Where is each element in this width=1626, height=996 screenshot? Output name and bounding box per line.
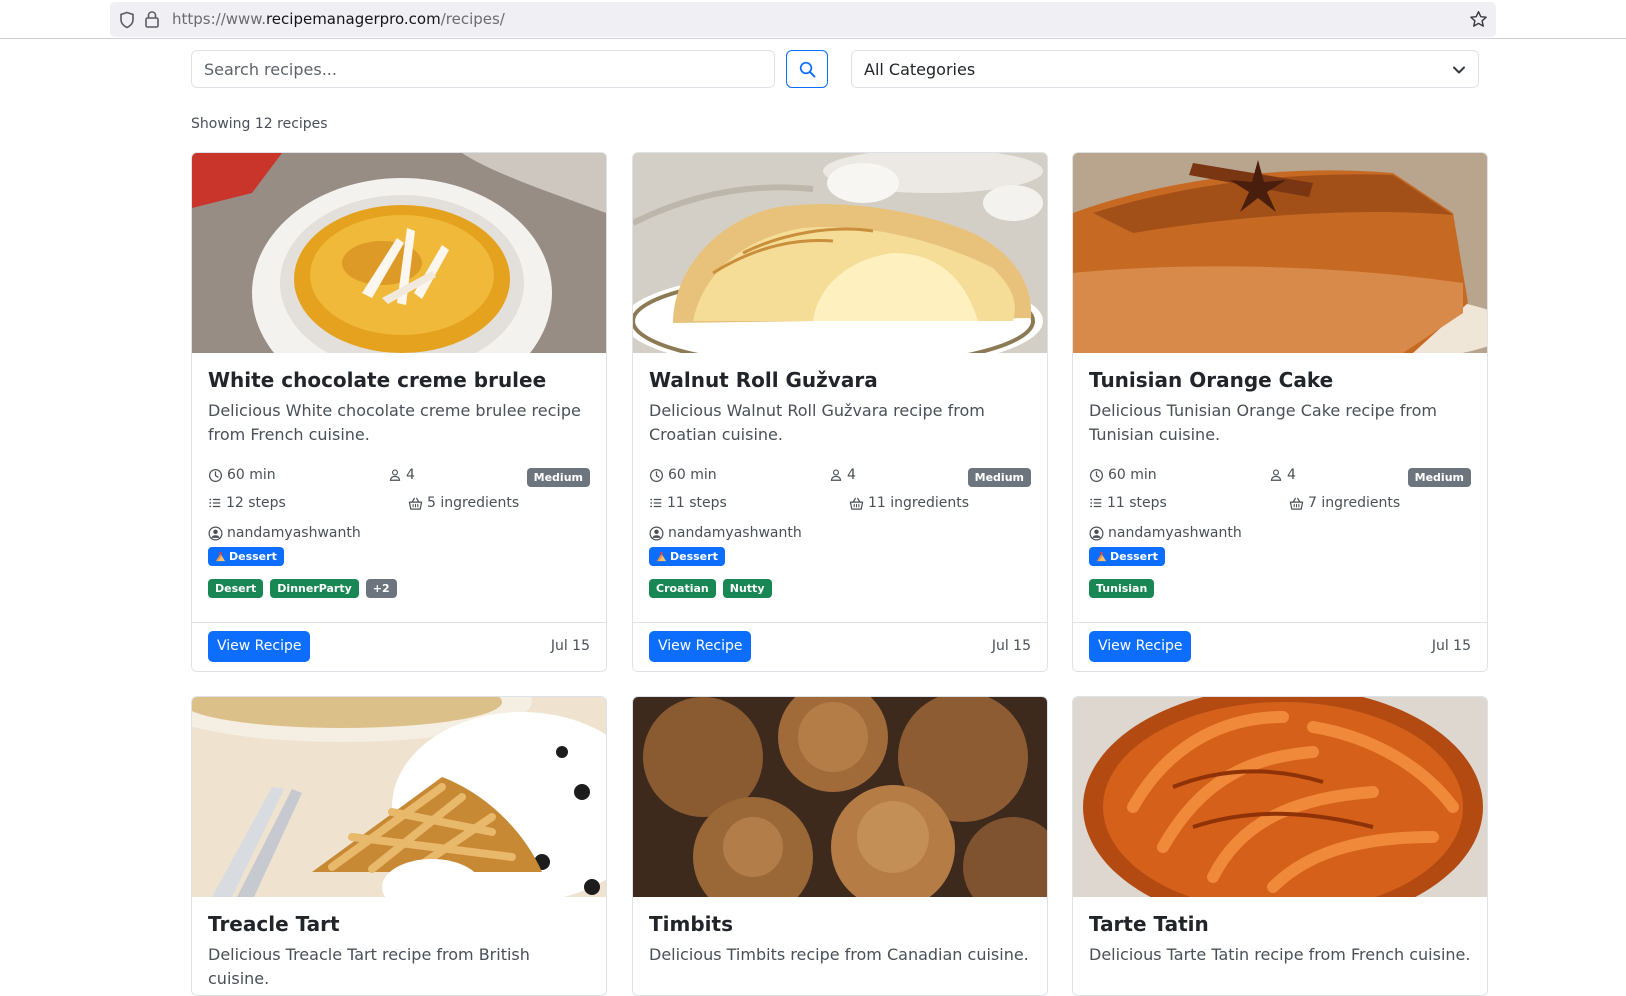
recipe-title[interactable]: White chocolate creme brulee: [208, 367, 590, 393]
url-text[interactable]: https://www.recipemanagerpro.com/recipes…: [172, 10, 505, 28]
card-footer: View Recipe Jul 15: [192, 622, 606, 671]
recipe-image[interactable]: [633, 697, 1047, 897]
card-footer: View Recipe Jul 15: [1073, 622, 1487, 671]
recipe-servings: 4: [847, 467, 856, 483]
tag-badge[interactable]: Desert: [208, 579, 264, 598]
list-icon: [208, 496, 222, 510]
recipe-card: Timbits Delicious Timbits recipe from Ca…: [632, 696, 1048, 996]
user-circle-icon: [208, 526, 223, 541]
basket-icon: [408, 496, 423, 511]
recipe-card: Tarte Tatin Delicious Tarte Tatin recipe…: [1072, 696, 1488, 996]
list-icon: [649, 496, 663, 510]
search-button[interactable]: [786, 50, 828, 88]
difficulty-badge: Medium: [967, 468, 1031, 487]
list-icon: [1089, 496, 1103, 510]
recipe-time: 60 min: [227, 467, 276, 483]
clock-icon: [1089, 468, 1104, 483]
recipe-image[interactable]: [192, 697, 606, 897]
recipe-time: 60 min: [668, 467, 717, 483]
recipe-title[interactable]: Tarte Tatin: [1089, 911, 1471, 937]
person-icon: [829, 468, 843, 482]
recipe-date: Jul 15: [991, 638, 1031, 654]
recipe-date: Jul 15: [550, 638, 590, 654]
clock-icon: [208, 468, 223, 483]
user-circle-icon: [1089, 526, 1104, 541]
recipe-image[interactable]: [1073, 697, 1487, 897]
recipe-description: Delicious Tarte Tatin recipe from French…: [1089, 945, 1471, 964]
recipe-description: Delicious Tunisian Orange Cake recipe fr…: [1089, 401, 1437, 444]
recipe-ingredients: 11 ingredients: [868, 495, 970, 511]
recipe-description: Delicious Treacle Tart recipe from Briti…: [208, 945, 530, 988]
category-badge[interactable]: Dessert: [208, 547, 284, 566]
recipe-title[interactable]: Timbits: [649, 911, 1031, 937]
tag-badge[interactable]: Nutty: [722, 579, 772, 598]
shield-icon[interactable]: [118, 11, 136, 29]
recipe-steps: 12 steps: [226, 495, 286, 511]
search-icon: [799, 61, 815, 77]
recipe-ingredients: 5 ingredients: [427, 495, 520, 511]
person-icon: [1269, 468, 1283, 482]
category-select-value: All Categories: [864, 59, 976, 79]
basket-icon: [849, 496, 864, 511]
bookmark-star-icon[interactable]: [1469, 10, 1488, 29]
recipe-image[interactable]: [633, 153, 1047, 353]
recipe-title[interactable]: Tunisian Orange Cake: [1089, 367, 1471, 393]
difficulty-badge: Medium: [1407, 468, 1471, 487]
more-tags-badge[interactable]: +2: [365, 579, 397, 598]
recipe-author: nandamyashwanth: [1108, 525, 1242, 541]
recipe-card: Tunisian Orange Cake Delicious Tunisian …: [1072, 152, 1488, 672]
recipe-steps: 11 steps: [1107, 495, 1167, 511]
category-badge-label: Dessert: [229, 550, 277, 563]
category-badge-label: Dessert: [670, 550, 718, 563]
recipe-author: nandamyashwanth: [668, 525, 802, 541]
recipe-description: Delicious Walnut Roll Gužvara recipe fro…: [649, 401, 985, 444]
difficulty-badge: Medium: [526, 468, 590, 487]
recipe-servings: 4: [406, 467, 415, 483]
category-badge-label: Dessert: [1110, 550, 1158, 563]
recipe-description: Delicious White chocolate creme brulee r…: [208, 401, 581, 444]
view-recipe-button[interactable]: View Recipe: [649, 631, 752, 662]
recipe-card: White chocolate creme brulee Delicious W…: [191, 152, 607, 672]
recipe-card: Treacle Tart Delicious Treacle Tart reci…: [191, 696, 607, 996]
chevron-down-icon: [1453, 66, 1465, 74]
card-footer: View Recipe Jul 15: [633, 622, 1047, 671]
browser-divider: [0, 38, 1626, 39]
search-input[interactable]: [191, 50, 775, 88]
category-badge[interactable]: Dessert: [1089, 547, 1165, 566]
tag-badge[interactable]: Croatian: [649, 579, 716, 598]
recipe-card: Walnut Roll Gužvara Delicious Walnut Rol…: [632, 152, 1048, 672]
category-badge[interactable]: Dessert: [649, 547, 725, 566]
recipe-servings: 4: [1287, 467, 1296, 483]
recipe-title[interactable]: Walnut Roll Gužvara: [649, 367, 1031, 393]
recipe-author: nandamyashwanth: [227, 525, 361, 541]
clock-icon: [649, 468, 664, 483]
recipe-title[interactable]: Treacle Tart: [208, 911, 590, 937]
cake-icon: [656, 551, 667, 562]
results-count: Showing 12 recipes: [191, 116, 328, 132]
cake-icon: [215, 551, 226, 562]
lock-icon[interactable]: [144, 10, 160, 29]
browser-url-bar[interactable]: https://www.recipemanagerpro.com/recipes…: [110, 2, 1496, 37]
category-select[interactable]: All Categories: [851, 50, 1479, 88]
tag-badge[interactable]: DinnerParty: [270, 579, 359, 598]
basket-icon: [1289, 496, 1304, 511]
recipe-time: 60 min: [1108, 467, 1157, 483]
cake-icon: [1096, 551, 1107, 562]
recipe-ingredients: 7 ingredients: [1308, 495, 1401, 511]
view-recipe-button[interactable]: View Recipe: [1089, 631, 1192, 662]
recipe-image[interactable]: [1073, 153, 1487, 353]
tag-badge[interactable]: Tunisian: [1089, 579, 1155, 598]
person-icon: [388, 468, 402, 482]
view-recipe-button[interactable]: View Recipe: [208, 631, 311, 662]
recipe-image[interactable]: [192, 153, 606, 353]
recipe-description: Delicious Timbits recipe from Canadian c…: [649, 945, 1029, 964]
recipe-steps: 11 steps: [667, 495, 727, 511]
user-circle-icon: [649, 526, 664, 541]
recipe-date: Jul 15: [1431, 638, 1471, 654]
